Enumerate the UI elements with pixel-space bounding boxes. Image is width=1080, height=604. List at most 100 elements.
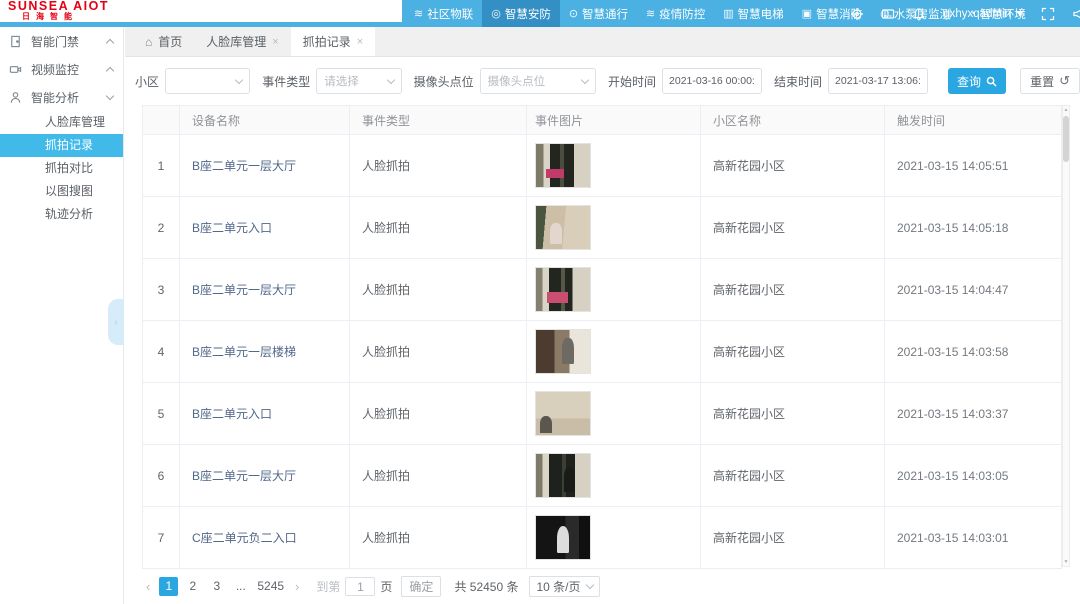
search-icon (986, 76, 997, 87)
event-snapshot-image[interactable] (535, 267, 591, 312)
page-unit-label: 页 (380, 578, 392, 595)
chevron-down-icon (235, 75, 243, 83)
fire-icon: ▣ (802, 7, 812, 20)
brand-logo: SUNSEA AIOT 日海智能 (0, 0, 402, 22)
page-size-select[interactable]: 10 条/页 (529, 576, 599, 597)
sidebar-item-trajectory-analysis[interactable]: 轨迹分析 (0, 203, 123, 226)
nav-item-smart-security[interactable]: ◎ 智慧安防 (482, 0, 560, 27)
event-snapshot-image[interactable] (535, 143, 591, 188)
event-snapshot-image[interactable] (535, 453, 591, 498)
sidebar-item-face-library[interactable]: 人脸库管理 (0, 111, 123, 134)
trigger-time: 2021-03-15 14:03:01 (885, 507, 1061, 568)
table-row: 4 B座二单元一层楼梯 人脸抓拍 高新花园小区 2021-03-15 14:03… (143, 321, 1061, 383)
sidebar-item-search-by-image[interactable]: 以图搜图 (0, 180, 123, 203)
table-row: 1 B座二单元一层大厅 人脸抓拍 高新花园小区 2021-03-15 14:05… (143, 135, 1061, 197)
tab-capture-records[interactable]: 抓拍记录 × (291, 27, 375, 56)
start-time-input[interactable] (662, 68, 762, 94)
community-name: 高新花园小区 (701, 321, 885, 382)
sidebar-group-label: 视频监控 (31, 61, 107, 78)
close-icon[interactable]: × (272, 36, 278, 48)
page-button-3[interactable]: 3 (207, 577, 226, 596)
tab-home[interactable]: ⌂ 首页 (133, 27, 194, 56)
nav-item-smart-access[interactable]: ⊙ 智慧通行 (560, 0, 637, 27)
sidebar-item-capture-compare[interactable]: 抓拍对比 (0, 157, 123, 180)
nav-label: 社区物联 (427, 6, 473, 22)
next-page-icon[interactable]: › (291, 579, 303, 594)
table-row: 5 B座二单元入口 人脸抓拍 高新花园小区 2021-03-15 14:03:3… (143, 383, 1061, 445)
community-name: 高新花园小区 (701, 383, 885, 444)
chevron-down-icon (581, 75, 589, 83)
nav-label: 智慧电梯 (738, 6, 784, 22)
device-name: B座二单元一层大厅 (180, 259, 350, 320)
home-icon: ⌂ (145, 35, 152, 49)
sidebar: 智能门禁 视频监控 智能分析 人脸库管理 抓拍记录 抓拍对比 以图搜图 轨迹分析… (0, 27, 124, 604)
nav-label: 疫情防控 (659, 6, 705, 22)
page-button-1[interactable]: 1 (159, 577, 178, 596)
event-type-select[interactable]: 请选择 (316, 68, 401, 94)
sidebar-group-video-monitor[interactable]: 视频监控 (0, 55, 123, 83)
camera-select[interactable]: 摄像头点位 (480, 68, 596, 94)
query-button[interactable]: 查询 (948, 68, 1006, 94)
nav-label: 智慧通行 (582, 6, 628, 22)
table-row: 6 B座二单元一层大厅 人脸抓拍 高新花园小区 2021-03-15 14:03… (143, 445, 1061, 507)
signal-icon: ≋ (646, 7, 655, 20)
tab-label: 首页 (158, 33, 182, 50)
event-type: 人脸抓拍 (350, 259, 527, 320)
prev-page-icon[interactable]: ‹ (142, 579, 154, 594)
bell-icon[interactable] (912, 7, 926, 21)
tab-face-library[interactable]: 人脸库管理 × (194, 27, 290, 56)
nav-item-smart-elevator[interactable]: ▥ 智慧电梯 (714, 0, 792, 27)
goto-confirm-button[interactable]: 确定 (401, 576, 441, 597)
shield-icon: ◎ (491, 7, 501, 20)
gear-icon[interactable] (850, 7, 864, 21)
col-header-community: 小区名称 (701, 106, 885, 134)
event-snapshot-image[interactable] (535, 391, 591, 436)
user-menu[interactable]: gxhyxqadmin (943, 8, 1024, 20)
fullscreen-icon[interactable] (1041, 7, 1055, 21)
row-index: 2 (143, 197, 180, 258)
top-navbar: ≋ 社区物联 ◎ 智慧安防 ⊙ 智慧通行 ≋ 疫情防控 ▥ 智慧电梯 ▣ 智慧消… (0, 0, 1080, 27)
sidebar-group-label: 智能分析 (31, 89, 107, 106)
goto-page-input[interactable] (345, 577, 375, 596)
scroll-down-icon[interactable]: ▼ (1064, 558, 1069, 566)
device-name: B座二单元一层楼梯 (180, 321, 350, 382)
community-select[interactable] (165, 68, 250, 94)
scrollbar-thumb[interactable] (1063, 116, 1069, 162)
trigger-time: 2021-03-15 14:03:58 (885, 321, 1061, 382)
event-snapshot-image[interactable] (535, 205, 591, 250)
sidebar-group-smart-analysis[interactable]: 智能分析 (0, 83, 123, 111)
main-content: 小区 事件类型 请选择 摄像头点位 摄像头点位 开始时间 结束时间 查询 重置 … (125, 57, 1080, 604)
event-snapshot-image[interactable] (535, 515, 591, 560)
col-header-device: 设备名称 (180, 106, 350, 134)
start-time-label: 开始时间 (608, 73, 656, 90)
chevron-down-icon (386, 75, 394, 83)
end-time-input[interactable] (828, 68, 928, 94)
sidebar-item-capture-records[interactable]: 抓拍记录 (0, 134, 123, 157)
event-type-label: 事件类型 (262, 73, 310, 90)
community-label: 小区 (135, 73, 159, 90)
device-name: B座二单元一层大厅 (180, 445, 350, 506)
scroll-up-icon[interactable]: ▲ (1064, 106, 1069, 114)
camera-label: 摄像头点位 (414, 73, 474, 90)
close-icon[interactable]: × (357, 36, 363, 48)
sidebar-collapse-handle[interactable]: ‹ (108, 299, 124, 345)
tab-label: 人脸库管理 (206, 33, 266, 50)
page-button-2[interactable]: 2 (183, 577, 202, 596)
event-snapshot-image[interactable] (535, 329, 591, 374)
nav-item-epidemic-control[interactable]: ≋ 疫情防控 (637, 0, 714, 27)
reset-button[interactable]: 重置 ↺ (1020, 68, 1080, 94)
chevron-up-icon (106, 38, 114, 46)
page-button-last[interactable]: 5245 (255, 577, 286, 596)
end-time-label: 结束时间 (774, 73, 822, 90)
query-label: 查询 (957, 73, 981, 90)
id-card-icon[interactable] (881, 7, 895, 21)
vertical-scrollbar[interactable]: ▲ ▼ (1062, 105, 1070, 567)
announce-icon[interactable] (1072, 7, 1080, 21)
event-type: 人脸抓拍 (350, 507, 527, 568)
nav-item-community-iot[interactable]: ≋ 社区物联 (405, 0, 482, 27)
sidebar-group-door-access[interactable]: 智能门禁 (0, 27, 123, 55)
camera-icon (9, 63, 22, 76)
col-header-image: 事件图片 (527, 106, 701, 134)
chevron-down-icon (106, 92, 114, 100)
trigger-time: 2021-03-15 14:05:51 (885, 135, 1061, 196)
